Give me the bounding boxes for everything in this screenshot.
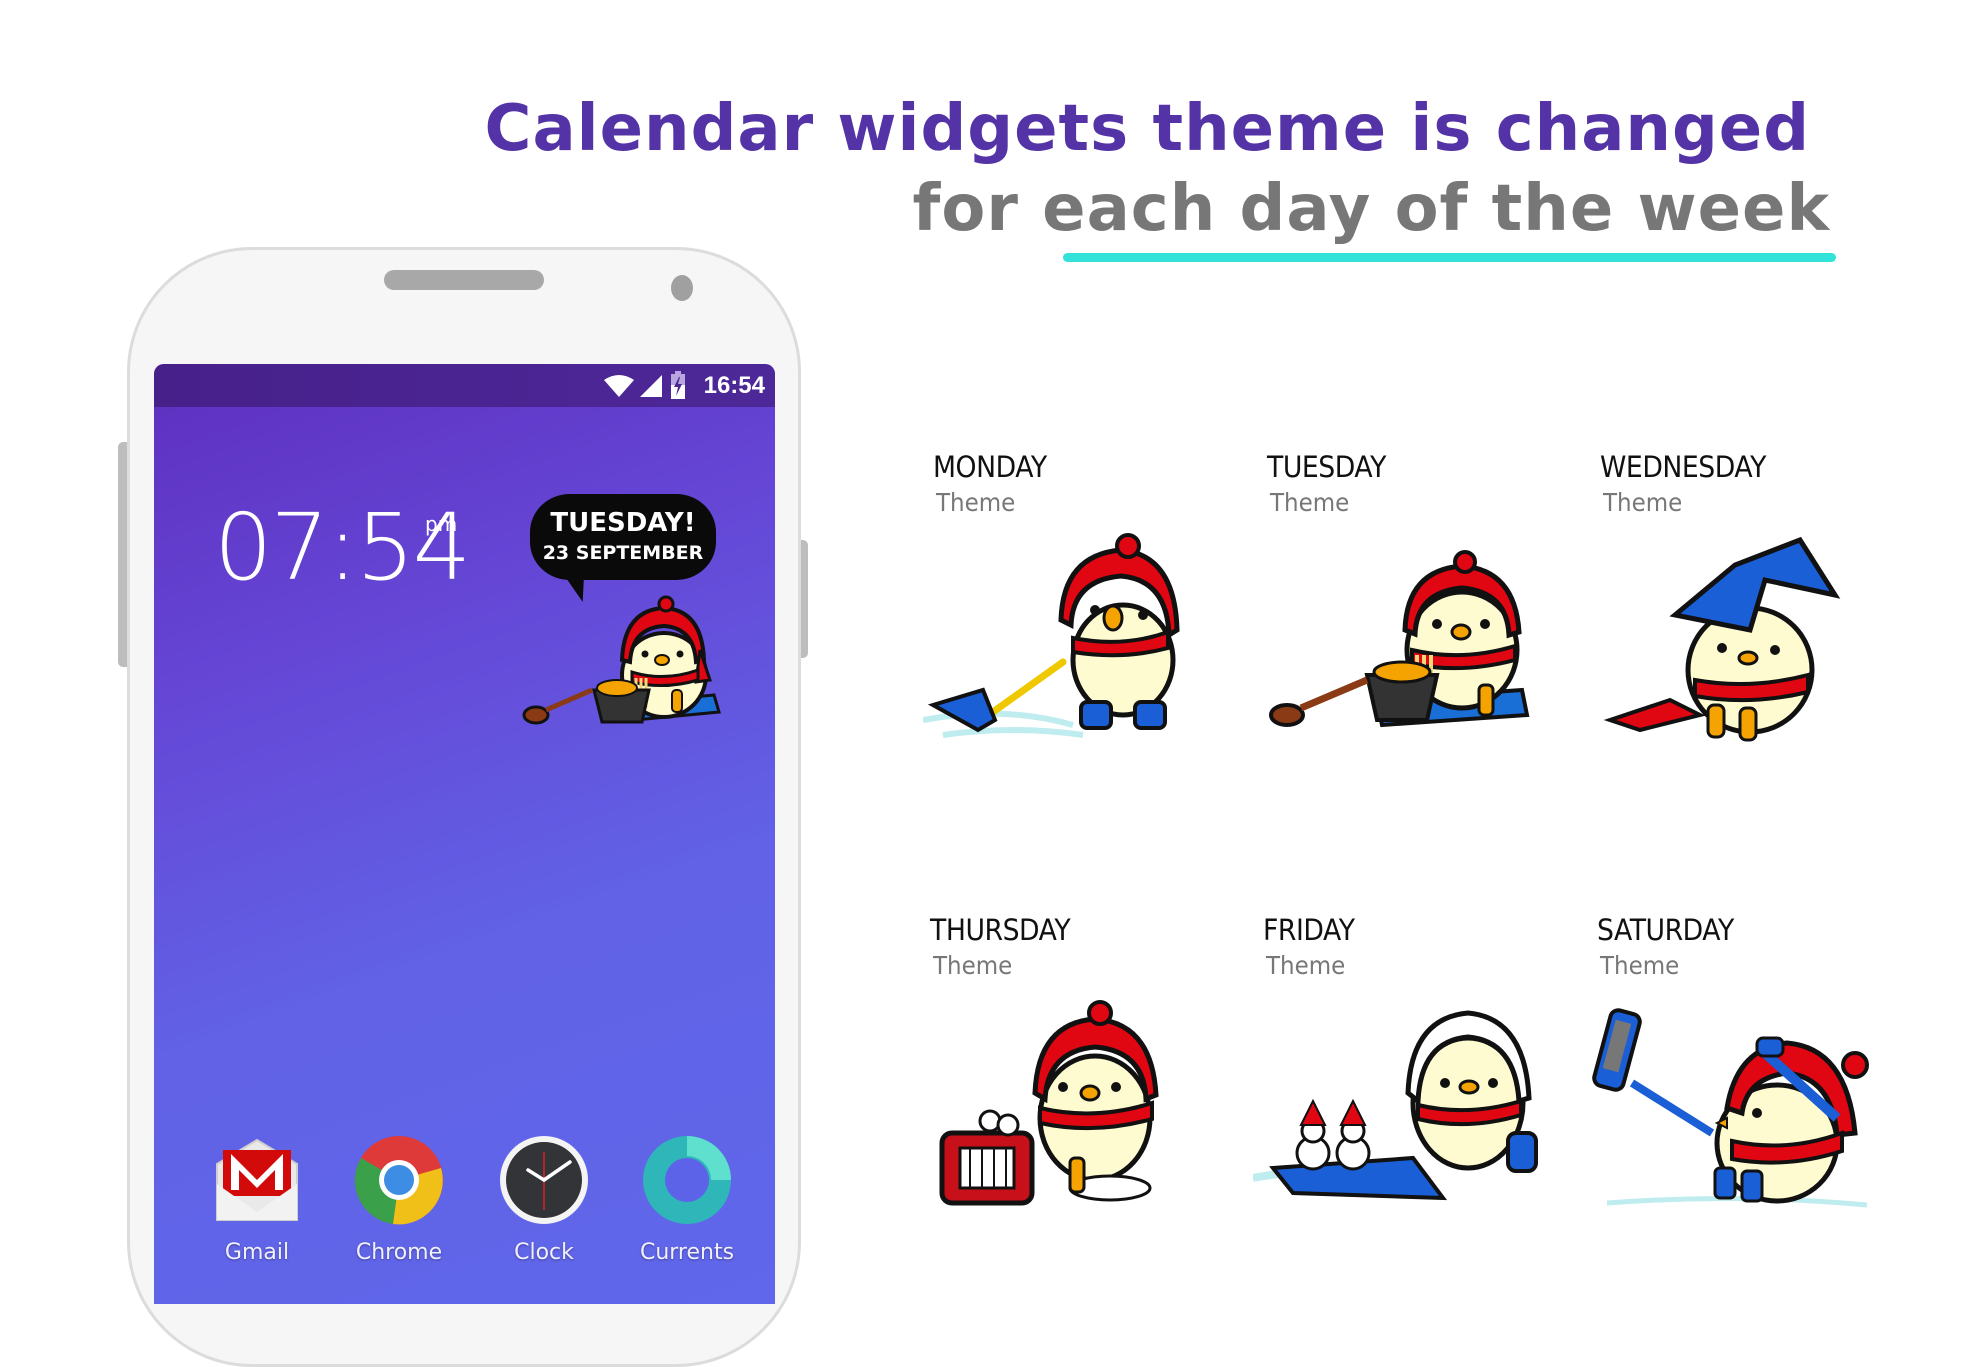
- dock-app-currents[interactable]: Currents: [622, 1134, 752, 1265]
- theme-day-name: FRIDAY: [1263, 913, 1355, 947]
- wifi-icon: [604, 375, 634, 397]
- theme-card-friday[interactable]: FRIDAY Theme: [1253, 913, 1563, 1243]
- dock-label-gmail: Gmail: [224, 1240, 290, 1265]
- dock-label-chrome: Chrome: [355, 1240, 443, 1265]
- theme-label: Theme: [933, 951, 1013, 980]
- duck-eating-noodles-illustration: [522, 595, 721, 725]
- currents-icon: [643, 1136, 731, 1224]
- phone-camera: [671, 275, 693, 301]
- duck-with-book-on-head-illustration: [1603, 536, 1841, 742]
- clock-widget-ampm: pm: [425, 512, 458, 536]
- theme-card-monday[interactable]: MONDAY Theme: [923, 450, 1233, 780]
- calendar-widget-date: 23 SEPTEMBER: [542, 542, 704, 564]
- headline-subtitle: for each day of the week: [912, 172, 1830, 246]
- duck-with-heater-illustration: [939, 1000, 1159, 1206]
- gmail-icon: [216, 1138, 298, 1221]
- theme-day-name: WEDNESDAY: [1600, 450, 1766, 484]
- theme-day-name: TUESDAY: [1267, 450, 1386, 484]
- dock-app-clock[interactable]: Clock: [479, 1134, 609, 1265]
- theme-card-thursday[interactable]: THURSDAY Theme: [930, 913, 1230, 1243]
- duck-sledding-with-snowmen-illustration: [1253, 1010, 1538, 1201]
- duck-shoveling-snow-illustration: [923, 533, 1180, 738]
- theme-card-saturday[interactable]: SATURDAY Theme: [1592, 913, 1897, 1243]
- dock-app-gmail[interactable]: Gmail: [192, 1134, 322, 1265]
- calendar-widget-bubble[interactable]: TUESDAY! 23 SEPTEMBER: [530, 494, 716, 580]
- theme-label: Theme: [1270, 488, 1350, 517]
- headline-title: Calendar widgets theme is changed: [484, 92, 1810, 166]
- theme-card-tuesday[interactable]: TUESDAY Theme: [1267, 450, 1567, 780]
- theme-card-wednesday[interactable]: WEDNESDAY Theme: [1600, 450, 1900, 780]
- theme-label: Theme: [1266, 951, 1346, 980]
- dock-label-currents: Currents: [639, 1240, 735, 1265]
- cellular-signal-icon: [640, 375, 662, 397]
- chrome-icon: [354, 1136, 443, 1225]
- theme-label: Theme: [1600, 951, 1680, 980]
- status-time: 16:54: [703, 372, 765, 399]
- theme-day-name: SATURDAY: [1597, 913, 1734, 947]
- phone-speaker: [384, 270, 544, 290]
- duck-eating-noodles-illustration: [1269, 550, 1530, 728]
- theme-day-name: MONDAY: [933, 450, 1047, 484]
- clock-icon: [500, 1136, 588, 1224]
- theme-label: Theme: [1603, 488, 1683, 517]
- calendar-widget-day: TUESDAY!: [550, 508, 696, 538]
- dock-app-chrome[interactable]: Chrome: [334, 1134, 464, 1265]
- theme-day-name: THURSDAY: [930, 913, 1071, 947]
- headline-underline: [1063, 253, 1836, 262]
- theme-label: Theme: [936, 488, 1016, 517]
- duck-taking-selfie-illustration: [1592, 1008, 1869, 1208]
- status-bar: 16:54: [154, 364, 775, 407]
- phone-screen: 16:54 07:54 pm TUESDAY! 23 SEPTEMBER Gma…: [154, 364, 775, 1304]
- battery-charging-icon: [671, 371, 685, 399]
- dock-label-clock: Clock: [514, 1240, 574, 1265]
